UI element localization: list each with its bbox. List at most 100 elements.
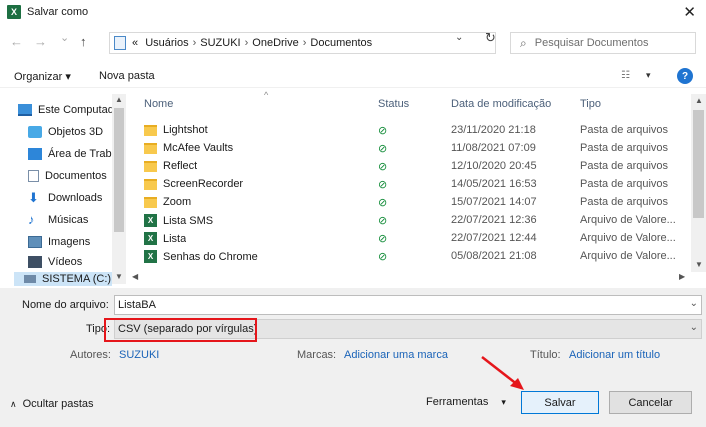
hide-folders-button[interactable]: ∧ Ocultar pastas xyxy=(10,398,94,410)
nav-item-label: Músicas xyxy=(48,214,89,226)
breadcrumb-item[interactable]: Documentos xyxy=(310,37,372,49)
folder-icon xyxy=(144,196,157,208)
table-row[interactable]: Zoom ⊘ 15/07/2021 14:07 Pasta de arquivo… xyxy=(128,193,678,212)
column-header-status[interactable]: Status xyxy=(378,98,409,110)
file-type: Pasta de arquivos xyxy=(580,178,669,190)
nav-item-label: Objetos 3D xyxy=(48,126,104,138)
back-arrow-icon[interactable]: ← xyxy=(10,34,23,49)
add-tag-link[interactable]: Adicionar uma marca xyxy=(344,349,448,361)
save-button[interactable]: Salvar xyxy=(521,391,599,414)
scroll-down-icon[interactable]: ▼ xyxy=(115,272,123,281)
table-row[interactable]: X Lista ⊘ 22/07/2021 12:44 Arquivo de Val… xyxy=(128,229,678,248)
tags-label: Marcas: xyxy=(297,349,337,361)
breadcrumb-item[interactable]: Usuários xyxy=(145,37,188,49)
table-row[interactable]: Reflect ⊘ 12/10/2020 20:45 Pasta de arqu… xyxy=(128,157,678,176)
forward-arrow-icon[interactable]: → xyxy=(34,34,47,49)
column-header-name[interactable]: Nome xyxy=(144,98,173,110)
table-row[interactable]: ScreenRecorder ⊘ 14/05/2021 16:53 Pasta … xyxy=(128,175,678,194)
folder-icon xyxy=(144,160,157,172)
nav-item-music[interactable]: ♪ Músicas xyxy=(28,210,88,230)
breadcrumb-item[interactable]: OneDrive xyxy=(252,37,298,49)
nav-pane-scrollbar[interactable]: ▲ ▼ xyxy=(112,94,126,284)
breadcrumb-overflow-icon[interactable]: « xyxy=(132,37,138,49)
scroll-right-icon[interactable]: ▶ xyxy=(679,272,685,281)
address-bar[interactable]: « Usuários › SUZUKI › OneDrive › Documentos xyxy=(109,32,496,54)
table-row[interactable]: X Lista SMS ⊘ 22/07/2021 12:36 Arquivo de… xyxy=(128,211,678,230)
breadcrumb-separator-icon: › xyxy=(302,37,307,49)
file-type: Arquivo de Valore... xyxy=(580,214,676,226)
nav-item-pictures[interactable]: Imagens xyxy=(28,232,90,252)
refresh-icon[interactable]: ↻ xyxy=(485,30,496,46)
sync-status-icon: ⊘ xyxy=(378,251,388,263)
file-name: Reflect xyxy=(163,160,198,172)
table-row[interactable]: McAfee Vaults ⊘ 11/08/2021 07:09 Pasta d… xyxy=(128,139,678,158)
nav-item-label: SISTEMA (C:) xyxy=(42,273,112,285)
chevron-down-icon[interactable]: ⌄ xyxy=(690,298,698,309)
table-row[interactable]: Lightshot ⊘ 23/11/2020 21:18 Pasta de ar… xyxy=(128,121,678,140)
nav-item-this-pc[interactable]: Este Computador xyxy=(18,100,124,120)
breadcrumb-separator-icon: › xyxy=(192,37,197,49)
scroll-up-icon[interactable]: ▲ xyxy=(115,95,123,104)
filename-input[interactable]: ListaBA ⌄ xyxy=(114,295,702,315)
nav-item-3d-objects[interactable]: Objetos 3D xyxy=(28,122,103,142)
save-label: Salvar xyxy=(544,396,576,409)
scroll-left-icon[interactable]: ◀ xyxy=(132,272,138,281)
cancel-label: Cancelar xyxy=(628,396,673,409)
excel-file-icon: X xyxy=(144,232,157,245)
tools-label: Ferramentas xyxy=(426,396,489,408)
drive-icon xyxy=(24,275,36,283)
excel-file-icon: X xyxy=(144,214,157,227)
nav-item-documents[interactable]: Documentos xyxy=(28,166,107,186)
search-box[interactable]: ⌕ Pesquisar Documentos xyxy=(510,32,696,54)
address-dropdown-icon[interactable]: ⌄ xyxy=(455,32,463,43)
sync-status-icon: ⊘ xyxy=(378,143,388,155)
nav-item-desktop[interactable]: Área de Trabalho xyxy=(28,144,124,164)
scrollbar-thumb[interactable] xyxy=(693,110,704,218)
nav-item-downloads[interactable]: ⬇ Downloads xyxy=(28,188,102,208)
file-name-cell: Lightshot xyxy=(144,124,208,136)
help-icon[interactable]: ? xyxy=(677,68,693,84)
file-list-scrollbar[interactable]: ▲ ▼ xyxy=(691,94,706,272)
filename-label: Nome do arquivo: xyxy=(22,299,109,311)
table-row[interactable]: X Senhas do Chrome ⊘ 05/08/2021 21:08 Arq… xyxy=(128,247,678,266)
view-dropdown-icon[interactable]: ▾ xyxy=(646,70,651,81)
excel-app-icon: X xyxy=(7,5,21,19)
authors-value[interactable]: SUZUKI xyxy=(119,349,159,361)
file-name-cell: McAfee Vaults xyxy=(144,142,233,154)
search-input[interactable]: Pesquisar Documentos xyxy=(535,37,649,49)
nav-item-label: Downloads xyxy=(48,192,103,204)
tools-dropdown[interactable]: Ferramentas ▾ xyxy=(426,396,506,408)
view-options-icon[interactable]: ☷ xyxy=(621,70,630,81)
scrollbar-thumb[interactable] xyxy=(114,108,124,232)
scroll-up-icon[interactable]: ▲ xyxy=(695,96,703,105)
breadcrumb-item[interactable]: SUZUKI xyxy=(200,37,240,49)
chevron-up-icon: ∧ xyxy=(10,398,17,409)
chevron-down-icon[interactable]: ⌄ xyxy=(690,322,698,333)
horizontal-scrollbar[interactable]: ◀ ▶ xyxy=(128,270,691,284)
organize-button[interactable]: Organizar ▾ xyxy=(14,70,71,83)
cube-icon xyxy=(28,126,42,138)
file-name: Zoom xyxy=(163,196,192,208)
sync-status-icon: ⊘ xyxy=(378,179,388,191)
file-date: 14/05/2021 16:53 xyxy=(451,178,537,190)
recent-locations-chevron-icon[interactable]: ⌄ xyxy=(60,31,69,44)
title-label: Título: xyxy=(530,349,561,361)
up-arrow-icon[interactable]: ↑ xyxy=(80,34,87,49)
cancel-button[interactable]: Cancelar xyxy=(609,391,692,414)
close-icon[interactable]: ✕ xyxy=(683,3,696,21)
folder-icon xyxy=(144,142,157,154)
computer-icon xyxy=(18,104,32,116)
new-folder-button[interactable]: Nova pasta xyxy=(99,70,155,82)
nav-item-system-drive[interactable]: SISTEMA (C:) xyxy=(14,272,112,286)
authors-label: Autores: xyxy=(70,349,111,361)
nav-item-videos[interactable]: Vídeos xyxy=(28,252,82,272)
add-title-link[interactable]: Adicionar um título xyxy=(569,349,660,361)
music-icon: ♪ xyxy=(28,212,35,227)
file-date: 15/07/2021 14:07 xyxy=(451,196,537,208)
breadcrumb: « Usuários › SUZUKI › OneDrive › Documentos xyxy=(132,37,372,49)
location-icon xyxy=(114,36,126,50)
column-header-date[interactable]: Data de modificação xyxy=(451,98,551,110)
column-header-type[interactable]: Tipo xyxy=(580,98,601,110)
sync-status-icon: ⊘ xyxy=(378,161,388,173)
scroll-down-icon[interactable]: ▼ xyxy=(695,260,703,269)
